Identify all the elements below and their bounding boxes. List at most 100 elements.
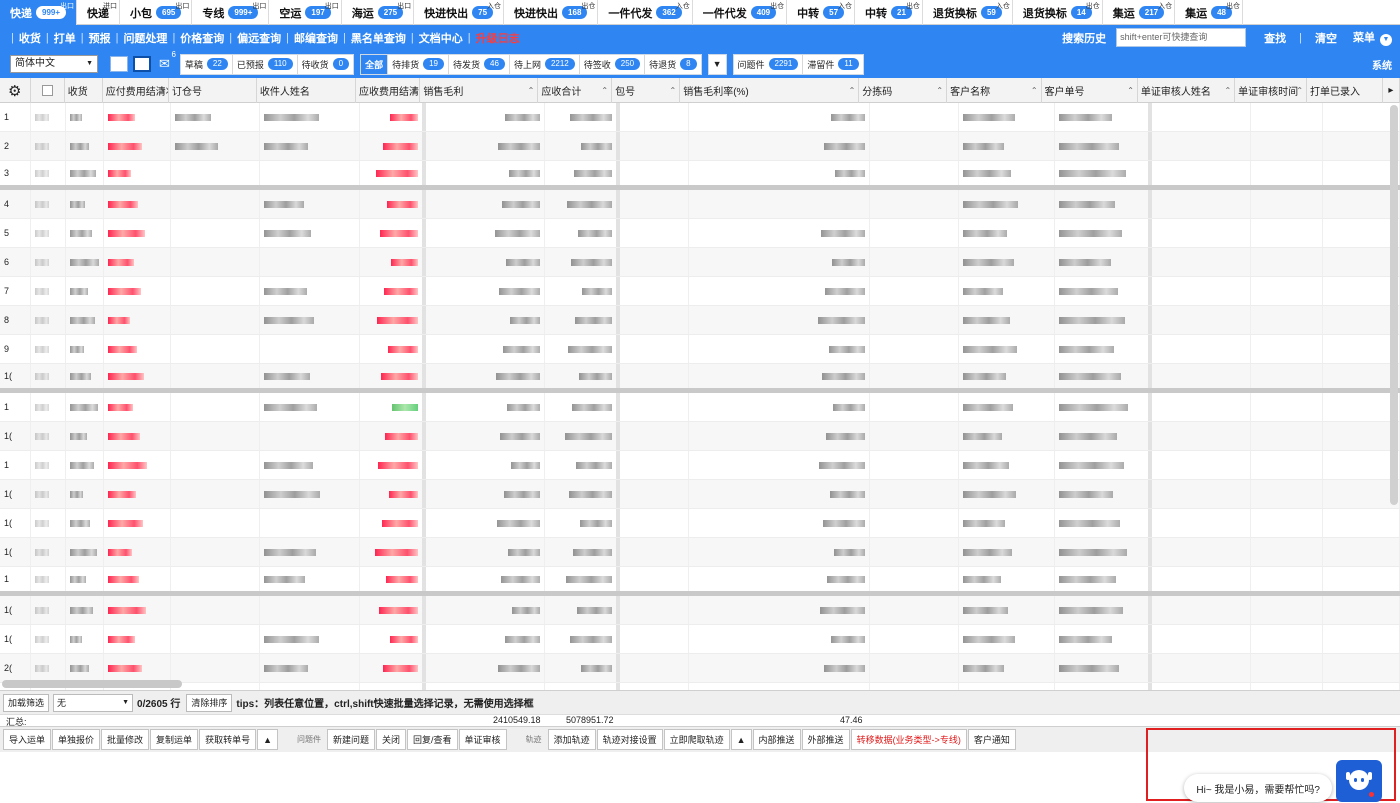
menu-button[interactable]: 菜单 ▼: [1353, 29, 1392, 46]
row-checkbox[interactable]: [31, 190, 66, 218]
chat-greeting-bubble[interactable]: Hi~ 我是小易，需要帮忙吗?: [1184, 774, 1332, 802]
table-row[interactable]: 1(: [0, 480, 1400, 509]
table-row[interactable]: 1(: [0, 596, 1400, 625]
filter-group3-0[interactable]: 问题件 2291: [734, 54, 804, 74]
column-header-11[interactable]: 客户单号 ⌃: [1042, 78, 1138, 103]
top-tab-10[interactable]: 中转 57 入仓: [787, 0, 856, 25]
column-header-2[interactable]: 订仓号: [169, 78, 257, 103]
top-tab-8[interactable]: 一件代发 362 入仓: [598, 0, 693, 25]
row-checkbox[interactable]: [31, 364, 66, 388]
language-select[interactable]: 简体中文 ▼: [10, 55, 98, 73]
top-tab-5[interactable]: 海运 275 出口: [342, 0, 415, 25]
find-button[interactable]: 查找: [1264, 30, 1286, 46]
new-problem-button[interactable]: 新建问题: [327, 729, 376, 750]
top-tab-1[interactable]: 快递 进口: [77, 0, 121, 25]
top-tab-15[interactable]: 集运 48 出仓: [1175, 0, 1244, 25]
column-header-3[interactable]: 收件人姓名: [257, 78, 357, 103]
row-checkbox[interactable]: [31, 538, 66, 566]
row-checkbox[interactable]: [31, 567, 66, 591]
batch-edit-button[interactable]: 批量修改: [101, 729, 150, 750]
row-checkbox[interactable]: [31, 596, 66, 624]
top-tab-9[interactable]: 一件代发 409 出仓: [693, 0, 788, 25]
column-header-7[interactable]: 包号 ⌃: [612, 78, 681, 103]
table-row[interactable]: 1(: [0, 509, 1400, 538]
menu-item-problems[interactable]: 问题处理: [123, 30, 167, 46]
filter-group1-2[interactable]: 待收货 0: [298, 55, 353, 74]
more-track-button[interactable]: ▲: [730, 729, 752, 750]
column-header-8[interactable]: 销售毛利率(%) ⌃: [680, 78, 860, 103]
row-checkbox[interactable]: [31, 422, 66, 450]
filter-group3-1[interactable]: 滞留件 11: [803, 55, 862, 74]
menu-item-upgrade-log[interactable]: 升级日志: [476, 30, 520, 46]
row-checkbox[interactable]: [31, 480, 66, 508]
column-header-4[interactable]: 应收费用结清状态▾: [356, 78, 421, 103]
copy-waybill-button[interactable]: 复制运单: [150, 729, 199, 750]
menu-item-receive[interactable]: 收货: [19, 30, 41, 46]
add-track-button[interactable]: 添加轨迹: [547, 729, 596, 750]
row-checkbox[interactable]: [31, 132, 66, 160]
column-header-5[interactable]: 销售毛利 ⌃: [420, 78, 539, 103]
table-row[interactable]: 1(: [0, 625, 1400, 654]
filter-group2-3[interactable]: 待上网 2212: [510, 54, 580, 74]
clear-button[interactable]: 清空: [1315, 30, 1337, 46]
table-row[interactable]: 1: [0, 451, 1400, 480]
top-tab-14[interactable]: 集运 217 入仓: [1103, 0, 1176, 25]
menu-item-print[interactable]: 打单: [54, 30, 76, 46]
column-header-9[interactable]: 分拣码 ⌃: [859, 78, 948, 103]
row-checkbox[interactable]: [31, 451, 66, 479]
mail-button[interactable]: ✉ 6: [159, 50, 176, 72]
row-checkbox[interactable]: [31, 509, 66, 537]
table-row[interactable]: 3: [0, 161, 1400, 190]
row-checkbox[interactable]: [31, 248, 66, 276]
column-header-0[interactable]: 收货: [65, 78, 103, 103]
external-push-button[interactable]: 外部推送: [801, 729, 850, 750]
filter-group1-0[interactable]: 草稿 22: [181, 54, 233, 74]
filter-group2-4[interactable]: 待签收 250: [580, 54, 646, 74]
column-header-1[interactable]: 应付费用结清状态▾: [103, 78, 170, 103]
clear-sort-button[interactable]: 清除排序: [186, 693, 233, 712]
menu-item-price-query[interactable]: 价格查询: [180, 30, 224, 46]
row-checkbox[interactable]: [31, 625, 66, 653]
filter-group2-0[interactable]: 全部: [361, 54, 389, 74]
get-transfer-number-button[interactable]: 获取转单号: [199, 729, 257, 750]
search-history-link[interactable]: 搜索历史: [1062, 30, 1106, 46]
top-tab-0[interactable]: 快递 999+ 出口: [0, 0, 78, 25]
column-scroll-icon[interactable]: ▸: [1383, 78, 1400, 103]
row-checkbox[interactable]: [31, 654, 66, 682]
table-row[interactable]: 5: [0, 219, 1400, 248]
settings-gear-icon[interactable]: ⚙: [0, 78, 31, 103]
select-all-checkbox[interactable]: [31, 78, 65, 103]
top-tab-6[interactable]: 快进快出 75 入仓: [414, 0, 505, 25]
load-filter-button[interactable]: 加载筛选: [3, 693, 50, 712]
table-row[interactable]: 9: [0, 335, 1400, 364]
row-checkbox[interactable]: [31, 277, 66, 305]
table-row[interactable]: 6: [0, 248, 1400, 277]
more-actions-button[interactable]: ▲: [257, 729, 278, 750]
table-row[interactable]: 4: [0, 190, 1400, 219]
top-tab-2[interactable]: 小包 695 出口: [120, 0, 193, 25]
menu-item-postcode-query[interactable]: 邮编查询: [294, 30, 338, 46]
row-checkbox[interactable]: [31, 219, 66, 247]
row-checkbox[interactable]: [31, 393, 66, 421]
table-row[interactable]: 1(: [0, 422, 1400, 451]
menu-item-forecast[interactable]: 预报: [89, 30, 111, 46]
table-row[interactable]: 1: [0, 567, 1400, 596]
table-row[interactable]: 1: [0, 103, 1400, 132]
table-row[interactable]: 2(: [0, 654, 1400, 683]
filter-group2-2[interactable]: 待发货 46: [449, 54, 510, 74]
chatbot-icon[interactable]: [1336, 760, 1382, 802]
layout-sidebar-icon[interactable]: [110, 56, 128, 72]
horizontal-scrollbar[interactable]: [2, 680, 182, 688]
table-row[interactable]: 8: [0, 306, 1400, 335]
table-row[interactable]: 1(: [0, 364, 1400, 393]
vertical-scrollbar[interactable]: [1390, 105, 1398, 505]
menu-item-remote-query[interactable]: 偏远查询: [237, 30, 281, 46]
transfer-data-button[interactable]: 转移数据(业务类型->专线): [850, 729, 967, 750]
table-row[interactable]: 2: [0, 132, 1400, 161]
crawl-track-button[interactable]: 立即爬取轨迹: [663, 729, 730, 750]
search-input[interactable]: shift+enter可快捷查询: [1116, 28, 1247, 47]
column-header-10[interactable]: 客户名称 ⌃: [947, 78, 1042, 103]
top-tab-4[interactable]: 空运 197 出口: [269, 0, 342, 25]
top-tab-7[interactable]: 快进快出 168 出仓: [504, 0, 599, 25]
table-row[interactable]: 7: [0, 277, 1400, 306]
